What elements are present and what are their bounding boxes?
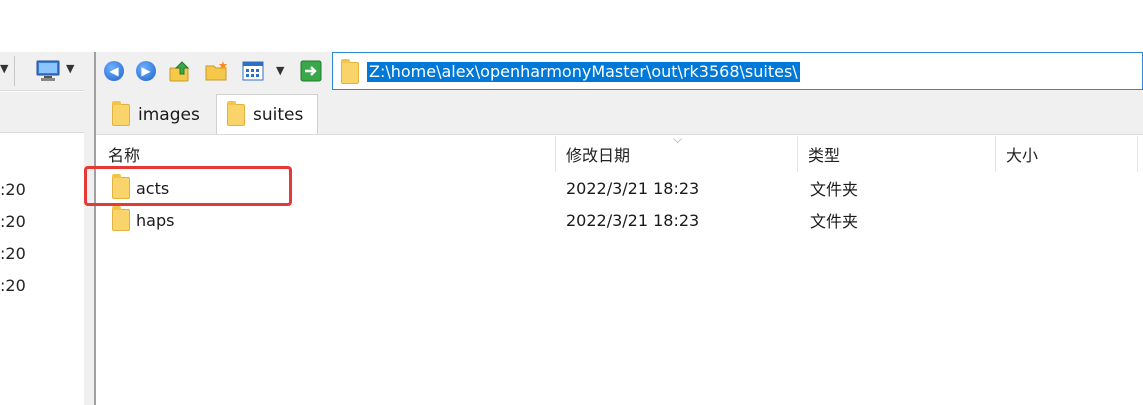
new-folder-icon[interactable] [204, 60, 230, 86]
forward-icon[interactable]: ▶ [136, 61, 156, 81]
folder-icon [112, 101, 130, 126]
view-dropdown-arrow[interactable]: ▼ [276, 64, 284, 77]
column-header-size[interactable]: 大小 [996, 136, 1138, 172]
file-modified: 2022/3/21 18:23 [566, 178, 700, 198]
file-row-haps[interactable]: haps 2022/3/21 18:23 文件夹 [98, 204, 1138, 236]
tab-suites[interactable]: suites [216, 94, 318, 134]
file-type: 文件夹 [810, 180, 859, 199]
file-name-cell: haps [98, 206, 556, 231]
toolbar-separator [14, 56, 15, 86]
left-time-2: :20 [0, 212, 26, 231]
left-time-4: :20 [0, 276, 26, 295]
go-icon[interactable] [300, 60, 322, 86]
file-type: 文件夹 [810, 212, 859, 231]
view-mode-icon[interactable] [242, 61, 264, 85]
sort-chevron-icon: ⌵ [673, 132, 683, 146]
folder-icon [112, 206, 130, 231]
file-name: haps [136, 210, 175, 230]
highlight-box-annotation [84, 166, 292, 206]
tab-label: images [138, 105, 200, 125]
address-path-input[interactable]: Z:\home\alex\openharmonyMaster\out\rk356… [367, 62, 800, 82]
left-time-1: :20 [0, 180, 26, 199]
column-header-type[interactable]: 类型 [798, 136, 996, 172]
tab-label: suites [253, 104, 304, 125]
file-modified: 2022/3/21 18:23 [566, 210, 700, 230]
folder-icon [227, 100, 245, 126]
left-pane-toolbar: ▼ ▼ [0, 52, 84, 91]
computer-icon[interactable] [36, 60, 60, 86]
left-dropdown-arrow[interactable]: ▼ [0, 62, 8, 75]
tab-images[interactable]: images [104, 96, 214, 134]
folder-icon [341, 59, 359, 84]
computer-dropdown-arrow[interactable]: ▼ [66, 62, 74, 75]
back-icon[interactable]: ◀ [104, 61, 124, 81]
parent-folder-icon[interactable] [168, 59, 192, 87]
left-pane-tabbar [0, 92, 84, 133]
left-time-3: :20 [0, 244, 26, 263]
